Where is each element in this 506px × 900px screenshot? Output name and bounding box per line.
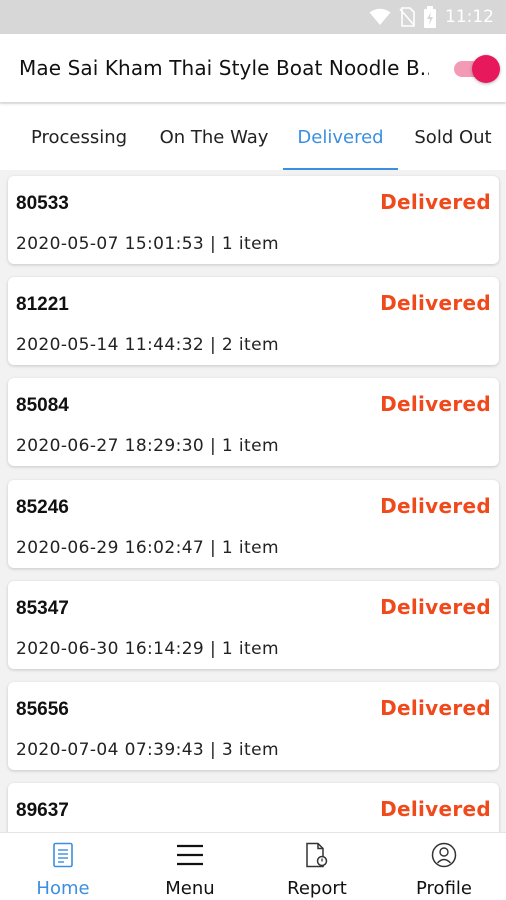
order-status: Delivered [380, 494, 491, 518]
order-id: 85246 [16, 497, 69, 518]
order-id: 81221 [16, 294, 69, 315]
nav-report[interactable]: Report [254, 833, 380, 900]
order-status: Delivered [380, 392, 491, 416]
nav-menu-label: Menu [165, 878, 215, 899]
order-card[interactable]: 80533 Delivered 2020-05-07 15:01:53 | 1 … [8, 176, 499, 264]
order-id: 89637 [16, 800, 69, 821]
order-card[interactable]: 85084 Delivered 2020-06-27 18:29:30 | 1 … [8, 378, 499, 466]
order-status: Delivered [380, 797, 491, 821]
order-card[interactable]: 85656 Delivered 2020-07-04 07:39:43 | 3 … [8, 682, 499, 770]
order-status: Delivered [380, 190, 491, 214]
profile-icon [431, 841, 457, 869]
home-document-icon [52, 841, 74, 869]
no-sim-icon [399, 7, 415, 27]
bottom-navigation: Home Menu Report Profile [0, 832, 506, 900]
order-meta: 2020-07-04 07:39:43 | 3 item [16, 740, 279, 760]
order-id: 85347 [16, 598, 69, 619]
order-meta: 2020-06-27 18:29:30 | 1 item [16, 436, 279, 456]
nav-home-label: Home [36, 878, 90, 899]
order-status-tabs: Processing On The Way Delivered Sold Out [0, 104, 506, 170]
battery-charging-icon [424, 6, 436, 28]
order-status: Delivered [380, 696, 491, 720]
order-status: Delivered [380, 291, 491, 315]
store-open-toggle[interactable] [452, 54, 500, 83]
tab-on-the-way[interactable]: On The Way [150, 104, 278, 170]
order-card[interactable]: 85246 Delivered 2020-06-29 16:02:47 | 1 … [8, 480, 499, 568]
tab-sold-out[interactable]: Sold Out [404, 104, 502, 170]
order-status: Delivered [380, 595, 491, 619]
wifi-icon [369, 8, 391, 25]
order-card[interactable]: 81221 Delivered 2020-05-14 11:44:32 | 2 … [8, 277, 499, 365]
tab-processing[interactable]: Processing [12, 104, 146, 170]
order-meta: 2020-06-30 16:14:29 | 1 item [16, 639, 279, 659]
status-bar: 11:12 [0, 0, 506, 34]
report-document-icon [305, 841, 329, 869]
order-id: 85084 [16, 395, 69, 416]
nav-profile[interactable]: Profile [381, 833, 506, 900]
hamburger-menu-icon [176, 841, 204, 869]
app-bar: Mae Sai Kham Thai Style Boat Noodle B.. [0, 34, 506, 102]
nav-home[interactable]: Home [0, 833, 126, 900]
nav-report-label: Report [287, 878, 347, 899]
order-id: 85656 [16, 699, 69, 720]
order-card[interactable]: 85347 Delivered 2020-06-30 16:14:29 | 1 … [8, 581, 499, 669]
nav-profile-label: Profile [416, 878, 472, 899]
order-card[interactable]: 89637 Delivered [8, 783, 499, 832]
order-meta: 2020-05-14 11:44:32 | 2 item [16, 335, 279, 355]
order-list[interactable]: 80533 Delivered 2020-05-07 15:01:53 | 1 … [0, 170, 506, 832]
order-meta: 2020-06-29 16:02:47 | 1 item [16, 538, 279, 558]
order-id: 80533 [16, 193, 69, 214]
nav-menu[interactable]: Menu [127, 833, 253, 900]
status-time: 11:12 [445, 7, 494, 27]
order-meta: 2020-05-07 15:01:53 | 1 item [16, 234, 279, 254]
restaurant-title: Mae Sai Kham Thai Style Boat Noodle B.. [19, 56, 429, 80]
toggle-thumb [472, 55, 500, 83]
tab-delivered[interactable]: Delivered [283, 104, 398, 170]
